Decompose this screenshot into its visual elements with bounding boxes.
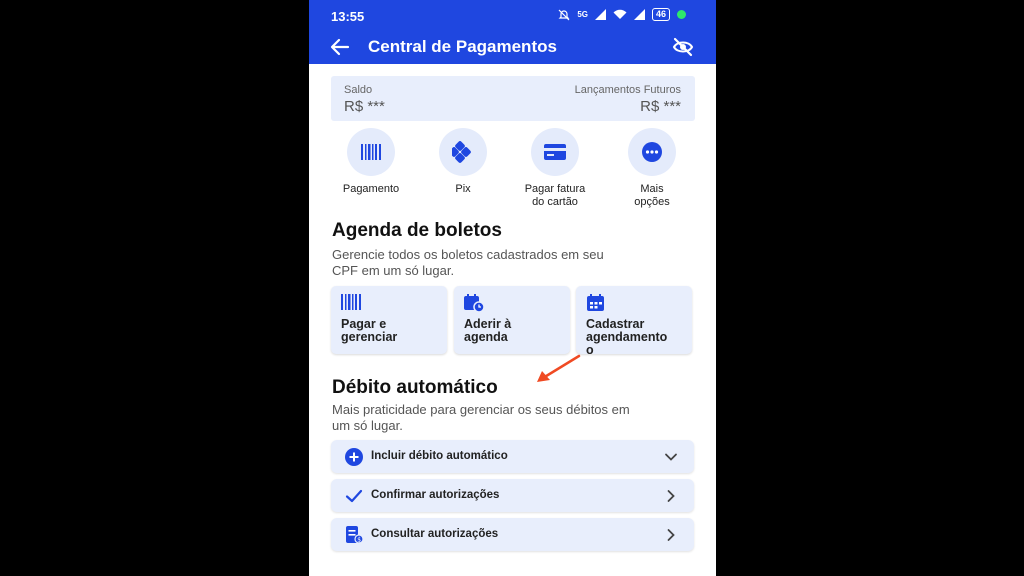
chevron-right-icon [667, 529, 675, 541]
quick-action-pix[interactable]: Pix [418, 128, 508, 196]
top-bar: 13:55 5G 46 Central de Pagamentos [309, 0, 716, 64]
phone-screen: 13:55 5G 46 Central de Pagamentos Saldo … [309, 0, 716, 576]
card-pagar-e-gerenciar[interactable]: Pagar e gerenciar [331, 286, 447, 354]
debito-section-title: Débito automático [332, 377, 498, 398]
balance-value: R$ *** [344, 98, 385, 115]
row-label: Incluir débito automático [371, 450, 508, 462]
signal-icon-2 [633, 9, 645, 20]
status-icons: 5G 46 [558, 8, 686, 21]
network-label: 5G [577, 10, 588, 19]
status-time: 13:55 [331, 9, 365, 24]
page-title: Central de Pagamentos [368, 37, 557, 56]
card-label: Aderir à agenda [464, 318, 570, 344]
barcode-icon [341, 294, 361, 310]
hide-values-eye-icon[interactable] [672, 36, 694, 58]
quick-action-label: do cartão [532, 196, 578, 208]
calendar-icon [587, 294, 604, 311]
agenda-section-description: Gerencie todos os boletos cadastrados em… [332, 247, 604, 278]
row-incluir-debito[interactable]: Incluir débito automático [331, 440, 694, 473]
quick-action-label: opções [634, 196, 670, 208]
chevron-right-icon [667, 490, 675, 502]
balance-label: Saldo [344, 84, 373, 96]
credit-card-icon [544, 144, 566, 160]
quick-action-circle [628, 128, 676, 176]
debito-section-description: Mais praticidade para gerenciar os seus … [332, 402, 630, 433]
add-circle-icon [345, 448, 363, 466]
barcode-icon [361, 144, 381, 160]
card-aderir-a-agenda[interactable]: Aderir à agenda [454, 286, 570, 354]
agenda-section-title: Agenda de boletos [332, 220, 502, 241]
status-bar: 13:55 5G 46 [309, 0, 716, 30]
wifi-icon [613, 9, 627, 19]
quick-action-circle [439, 128, 487, 176]
quick-action-circle [347, 128, 395, 176]
card-label-line: agenda [464, 330, 508, 344]
pix-icon [452, 141, 471, 163]
card-label-line: agendamento [586, 330, 668, 344]
balance-panel: Saldo R$ *** Lançamentos Futuros R$ *** [331, 76, 695, 121]
row-label: Consultar autorizações [371, 528, 499, 540]
quick-action-label: Mais [640, 183, 664, 195]
quick-action-mais-opcoes[interactable]: Mais opções [607, 128, 697, 209]
card-label: Cadastrar agendamento o [586, 318, 692, 355]
annotation-arrow-icon [537, 354, 581, 382]
more-options-icon [642, 142, 662, 162]
calendar-clock-icon [464, 294, 484, 312]
row-confirmar-autorizacoes[interactable]: Confirmar autorizações [331, 479, 694, 512]
battery-icon: 46 [651, 8, 670, 21]
card-cadastrar-agendamento[interactable]: Cadastrar agendamento o [576, 286, 692, 354]
muted-bell-icon [558, 9, 570, 20]
checkmark-icon [345, 489, 363, 503]
back-arrow-icon[interactable] [329, 36, 351, 58]
svg-text:$: $ [357, 536, 361, 543]
quick-action-label: Pagar fatura [524, 183, 586, 195]
quick-action-circle [531, 128, 579, 176]
chevron-down-icon [665, 453, 677, 461]
document-money-icon: $ [346, 526, 363, 544]
signal-icon [594, 9, 606, 20]
future-entries-value: R$ *** [640, 98, 681, 115]
quick-action-pagar-fatura[interactable]: Pagar fatura do cartão [510, 128, 600, 209]
privacy-indicator-dot [677, 10, 686, 19]
quick-action-label: Pix [455, 183, 471, 195]
quick-action-pagamento[interactable]: Pagamento [326, 128, 416, 196]
quick-action-label: Pagamento [342, 183, 400, 195]
card-label: Pagar e gerenciar [341, 318, 447, 344]
app-bar: Central de Pagamentos [309, 30, 716, 64]
row-label: Confirmar autorizações [371, 489, 500, 501]
card-label-line: gerenciar [341, 330, 398, 344]
future-entries-label: Lançamentos Futuros [574, 84, 681, 96]
card-label-line: o [586, 343, 594, 355]
row-consultar-autorizacoes[interactable]: $ Consultar autorizações [331, 518, 694, 551]
